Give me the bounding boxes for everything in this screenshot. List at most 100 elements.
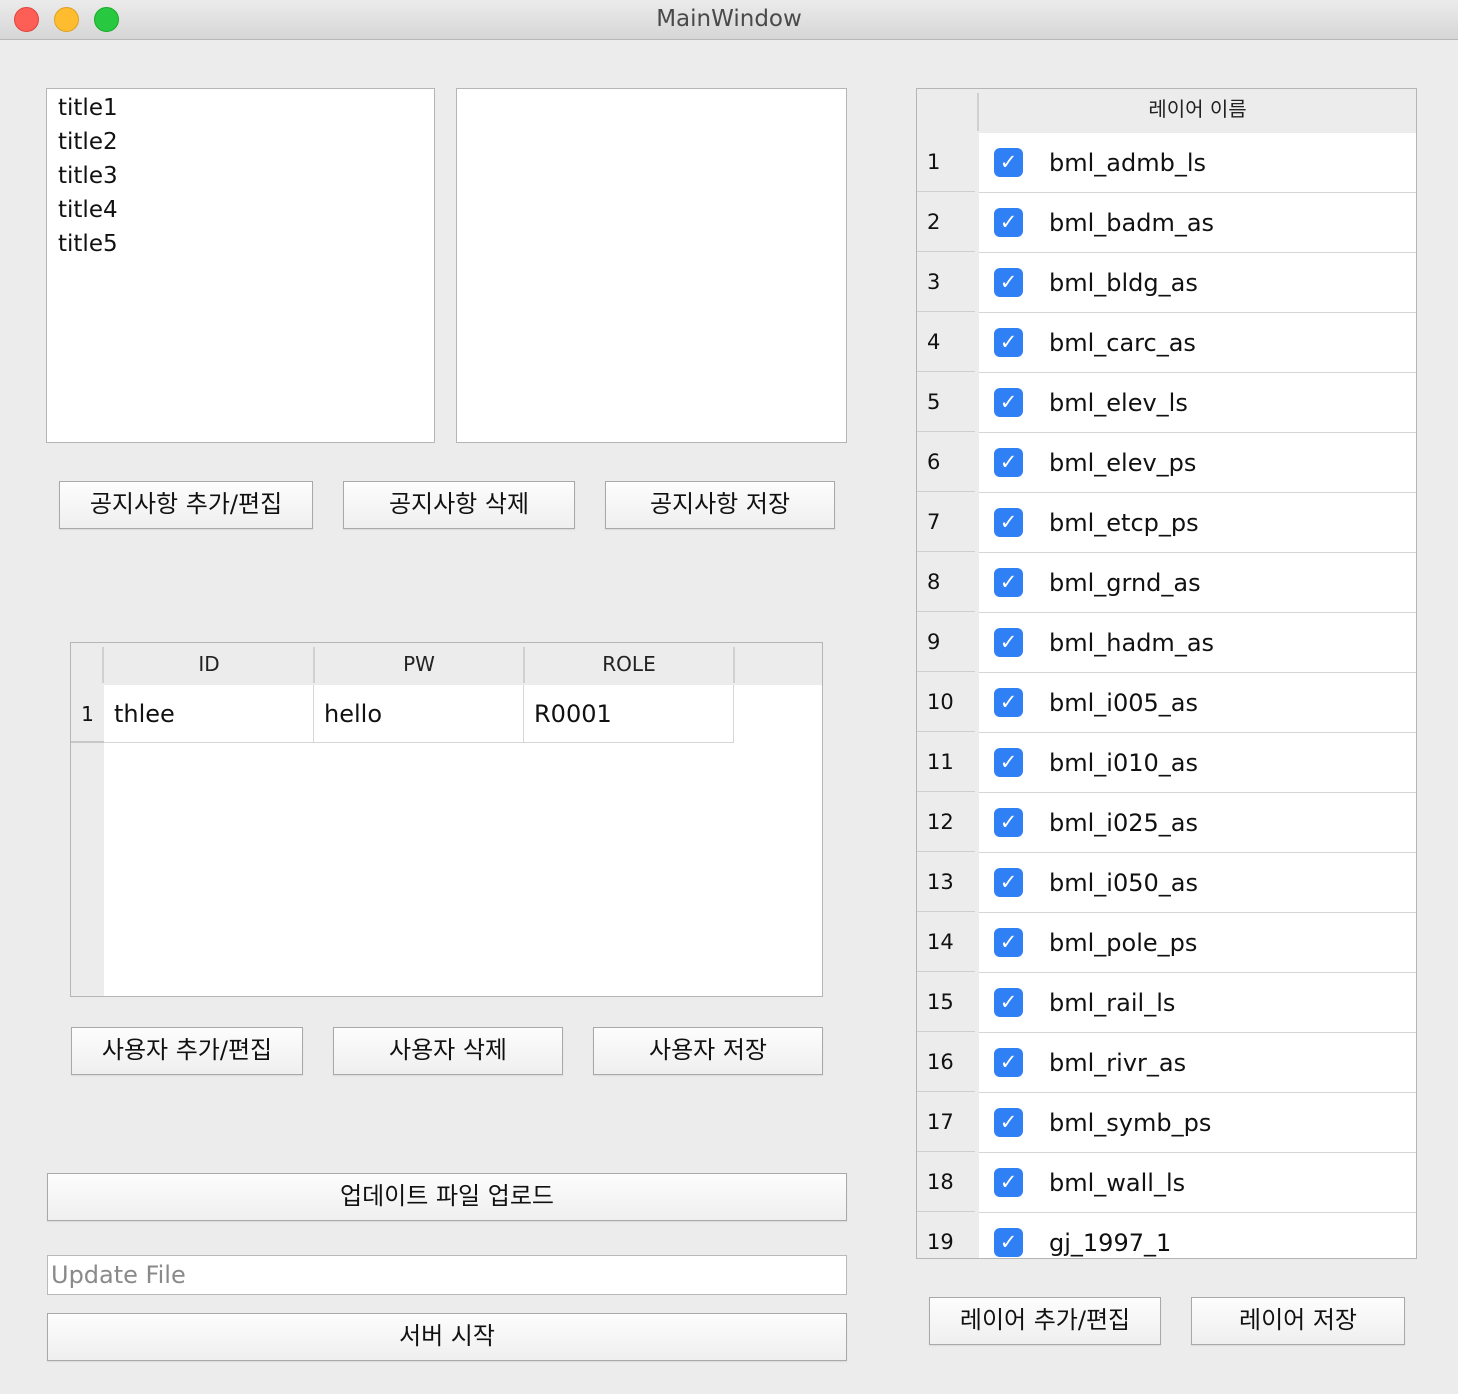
row-number: 18 (917, 1153, 975, 1212)
column-header-pw[interactable]: PW (314, 643, 524, 685)
column-header-role[interactable]: ROLE (524, 643, 734, 685)
notice-list-item[interactable]: title2 (47, 125, 434, 159)
layer-cell[interactable]: ✓ bml_grnd_as (979, 553, 1416, 613)
layer-name: bml_i025_as (1049, 809, 1198, 837)
notice-list-item[interactable]: title3 (47, 159, 434, 193)
checkbox[interactable]: ✓ (994, 628, 1023, 657)
table-row[interactable]: 1 thlee hello R0001 (71, 685, 822, 745)
layer-cell[interactable]: ✓ bml_wall_ls (979, 1153, 1416, 1213)
checkbox[interactable]: ✓ (994, 748, 1023, 777)
layer-row[interactable]: 11 ✓ bml_i010_as (917, 733, 1416, 793)
checkbox[interactable]: ✓ (994, 1168, 1023, 1197)
layer-row[interactable]: 9 ✓ bml_hadm_as (917, 613, 1416, 673)
notice-add-edit-button[interactable]: 공지사항 추가/편집 (59, 481, 313, 529)
checkbox[interactable]: ✓ (994, 508, 1023, 537)
notice-delete-button[interactable]: 공지사항 삭제 (343, 481, 575, 529)
layer-row[interactable]: 14 ✓ bml_pole_ps (917, 913, 1416, 973)
layer-name: bml_wall_ls (1049, 1169, 1186, 1197)
layer-cell[interactable]: ✓ bml_hadm_as (979, 613, 1416, 673)
row-number: 16 (917, 1033, 975, 1092)
checkbox[interactable]: ✓ (994, 208, 1023, 237)
layer-row[interactable]: 7 ✓ bml_etcp_ps (917, 493, 1416, 553)
user-pw-cell[interactable]: hello (314, 685, 524, 743)
row-number: 4 (917, 313, 975, 372)
layers-table[interactable]: 레이어 이름 1 ✓ bml_admb_ls 2 ✓ bml_badm_as 3 ✓ bml_b… (916, 88, 1417, 1259)
notice-list-item[interactable]: title4 (47, 193, 434, 227)
layer-row[interactable]: 3 ✓ bml_bldg_as (917, 253, 1416, 313)
layer-row[interactable]: 19 ✓ gj_1997_1 (917, 1213, 1416, 1258)
layer-row[interactable]: 2 ✓ bml_badm_as (917, 193, 1416, 253)
layer-cell[interactable]: ✓ bml_elev_ls (979, 373, 1416, 433)
layer-row[interactable]: 5 ✓ bml_elev_ls (917, 373, 1416, 433)
layer-name: bml_grnd_as (1049, 569, 1201, 597)
users-table[interactable]: ID PW ROLE 1 thlee hello R0001 (70, 642, 823, 997)
server-start-button[interactable]: 서버 시작 (47, 1313, 847, 1361)
checkbox[interactable]: ✓ (994, 328, 1023, 357)
checkbox[interactable]: ✓ (994, 928, 1023, 957)
column-header-id[interactable]: ID (104, 643, 314, 685)
layer-row[interactable]: 17 ✓ bml_symb_ps (917, 1093, 1416, 1153)
layer-cell[interactable]: ✓ bml_i050_as (979, 853, 1416, 913)
layer-row[interactable]: 18 ✓ bml_wall_ls (917, 1153, 1416, 1213)
row-number: 1 (71, 685, 104, 743)
layer-cell[interactable]: ✓ bml_i005_as (979, 673, 1416, 733)
layer-row[interactable]: 10 ✓ bml_i005_as (917, 673, 1416, 733)
layer-cell[interactable]: ✓ bml_symb_ps (979, 1093, 1416, 1153)
notice-save-button[interactable]: 공지사항 저장 (605, 481, 835, 529)
checkbox[interactable]: ✓ (994, 568, 1023, 597)
notice-detail-text[interactable] (456, 88, 847, 443)
user-role-cell[interactable]: R0001 (524, 685, 734, 743)
layer-cell[interactable]: ✓ bml_elev_ps (979, 433, 1416, 493)
layer-cell[interactable]: ✓ bml_admb_ls (979, 133, 1416, 193)
layer-cell[interactable]: ✓ bml_i010_as (979, 733, 1416, 793)
user-save-button[interactable]: 사용자 저장 (593, 1027, 823, 1075)
checkbox[interactable]: ✓ (994, 1228, 1023, 1257)
update-file-upload-button[interactable]: 업데이트 파일 업로드 (47, 1173, 847, 1221)
user-id-cell[interactable]: thlee (104, 685, 314, 743)
layer-row[interactable]: 4 ✓ bml_carc_as (917, 313, 1416, 373)
layer-cell[interactable]: ✓ bml_pole_ps (979, 913, 1416, 973)
checkbox[interactable]: ✓ (994, 448, 1023, 477)
user-add-edit-button[interactable]: 사용자 추가/편집 (71, 1027, 303, 1075)
column-header-layer-name[interactable]: 레이어 이름 (979, 89, 1416, 134)
row-number: 8 (917, 553, 975, 612)
checkbox[interactable]: ✓ (994, 148, 1023, 177)
layer-row[interactable]: 8 ✓ bml_grnd_as (917, 553, 1416, 613)
layer-name: bml_admb_ls (1049, 149, 1207, 177)
layer-cell[interactable]: ✓ bml_rivr_as (979, 1033, 1416, 1093)
notice-list-item[interactable]: title1 (47, 91, 434, 125)
user-delete-button[interactable]: 사용자 삭제 (333, 1027, 563, 1075)
layer-cell[interactable]: ✓ bml_badm_as (979, 193, 1416, 253)
checkbox[interactable]: ✓ (994, 268, 1023, 297)
layer-row[interactable]: 6 ✓ bml_elev_ps (917, 433, 1416, 493)
row-number: 3 (917, 253, 975, 312)
layer-row[interactable]: 15 ✓ bml_rail_ls (917, 973, 1416, 1033)
layer-add-edit-button[interactable]: 레이어 추가/편집 (929, 1297, 1161, 1345)
checkbox[interactable]: ✓ (994, 1108, 1023, 1137)
checkbox[interactable]: ✓ (994, 988, 1023, 1017)
update-file-input[interactable] (47, 1255, 847, 1295)
layer-name: bml_rivr_as (1049, 1049, 1187, 1077)
layer-row[interactable]: 12 ✓ bml_i025_as (917, 793, 1416, 853)
checkbox[interactable]: ✓ (994, 808, 1023, 837)
checkbox[interactable]: ✓ (994, 868, 1023, 897)
checkbox[interactable]: ✓ (994, 688, 1023, 717)
layer-row[interactable]: 13 ✓ bml_i050_as (917, 853, 1416, 913)
notice-list[interactable]: title1 title2 title3 title4 title5 (46, 88, 435, 443)
row-number: 19 (917, 1213, 975, 1258)
layer-cell[interactable]: ✓ bml_rail_ls (979, 973, 1416, 1033)
row-number: 9 (917, 613, 975, 672)
layer-cell[interactable]: ✓ bml_etcp_ps (979, 493, 1416, 553)
layer-row[interactable]: 1 ✓ bml_admb_ls (917, 133, 1416, 193)
layer-cell[interactable]: ✓ bml_i025_as (979, 793, 1416, 853)
layer-name: bml_i010_as (1049, 749, 1198, 777)
checkbox[interactable]: ✓ (994, 388, 1023, 417)
layer-cell[interactable]: ✓ gj_1997_1 (979, 1213, 1416, 1258)
notice-list-item[interactable]: title5 (47, 227, 434, 261)
checkbox[interactable]: ✓ (994, 1048, 1023, 1077)
layer-cell[interactable]: ✓ bml_carc_as (979, 313, 1416, 373)
layer-row[interactable]: 16 ✓ bml_rivr_as (917, 1033, 1416, 1093)
layer-cell[interactable]: ✓ bml_bldg_as (979, 253, 1416, 313)
row-number: 12 (917, 793, 975, 852)
layer-save-button[interactable]: 레이어 저장 (1191, 1297, 1405, 1345)
